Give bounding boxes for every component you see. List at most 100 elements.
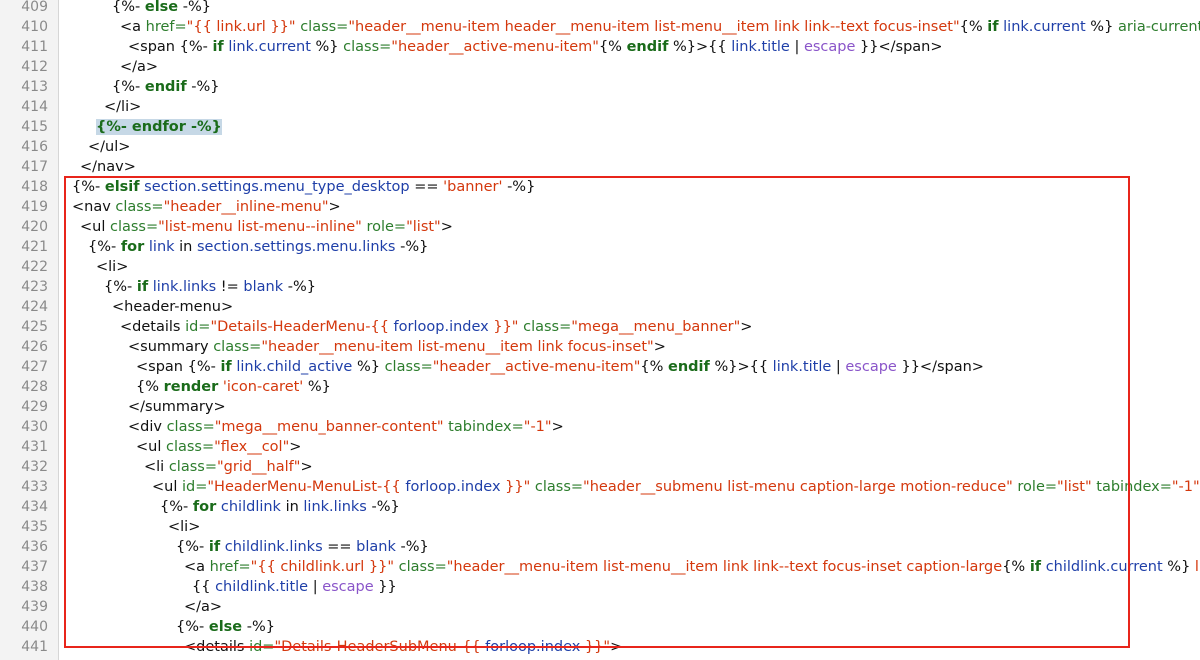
code-token: "header__active-menu-item" bbox=[432, 359, 641, 375]
code-line[interactable]: 437 <a href="{{ childlink.url }}" class="… bbox=[0, 557, 1200, 577]
code-token: == bbox=[322, 539, 357, 555]
code-line[interactable]: 435 <li> bbox=[0, 517, 1200, 537]
code-token: -%} bbox=[395, 239, 429, 255]
code-text[interactable]: <nav class="header__inline-menu"> bbox=[72, 197, 1200, 217]
code-line[interactable]: 423 {%- if link.links != blank -%} bbox=[0, 277, 1200, 297]
code-token: "-1" bbox=[1171, 479, 1200, 495]
code-text[interactable]: <a href="{{ childlink.url }}" class="hea… bbox=[184, 557, 1200, 577]
line-number: 423 bbox=[21, 279, 48, 295]
code-line[interactable]: 431 <ul class="flex__col"> bbox=[0, 437, 1200, 457]
code-line[interactable]: 421 {%- for link in section.settings.menu… bbox=[0, 237, 1200, 257]
line-number: 433 bbox=[21, 479, 48, 495]
code-token: class= bbox=[168, 459, 217, 475]
code-line[interactable]: 432 <li class="grid__half"> bbox=[0, 457, 1200, 477]
code-token: "grid__half" bbox=[216, 459, 301, 475]
code-text[interactable]: {%- if childlink.links == blank -%} bbox=[176, 537, 1200, 557]
code-text[interactable]: {%- endif -%} bbox=[112, 77, 1200, 97]
code-text[interactable]: </a> bbox=[184, 597, 1200, 617]
code-line[interactable]: 418 {%- elsif section.settings.menu_type_… bbox=[0, 177, 1200, 197]
line-number: 419 bbox=[21, 199, 48, 215]
code-line[interactable]: 428 {% render 'icon-caret' %} bbox=[0, 377, 1200, 397]
code-token: if bbox=[136, 279, 149, 295]
code-token: | bbox=[308, 579, 323, 595]
code-line[interactable]: 411 <span {%- if link.current %} class="h… bbox=[0, 37, 1200, 57]
code-token: </li> bbox=[104, 99, 142, 115]
code-text[interactable]: <span {%- if link.child_active %} class=… bbox=[136, 357, 1200, 377]
code-text[interactable]: {%- for link in section.settings.menu.li… bbox=[88, 237, 1200, 257]
code-line[interactable]: 436 {%- if childlink.links == blank -%} bbox=[0, 537, 1200, 557]
code-text[interactable]: </li> bbox=[104, 97, 1200, 117]
code-text[interactable]: <li class="grid__half"> bbox=[144, 457, 1200, 477]
code-line[interactable]: 424 <header-menu> bbox=[0, 297, 1200, 317]
code-line[interactable]: 438 {{ childlink.title | escape }} bbox=[0, 577, 1200, 597]
code-text[interactable]: <a href="{{ link.url }}" class="header__… bbox=[120, 17, 1200, 37]
code-text[interactable]: <div class="mega__menu_banner-content" t… bbox=[128, 417, 1200, 437]
code-text[interactable]: </nav> bbox=[80, 157, 1200, 177]
code-text[interactable]: <ul id="HeaderMenu-MenuList-{{ forloop.i… bbox=[152, 477, 1200, 497]
code-line[interactable]: 417 </nav> bbox=[0, 157, 1200, 177]
code-line[interactable]: 412 </a> bbox=[0, 57, 1200, 77]
code-token: {%- bbox=[104, 279, 137, 295]
code-token: href= bbox=[145, 19, 187, 35]
code-token: </nav> bbox=[80, 159, 136, 175]
code-line[interactable]: 430 <div class="mega__menu_banner-content… bbox=[0, 417, 1200, 437]
code-line[interactable]: 420 <ul class="list-menu list-menu--inlin… bbox=[0, 217, 1200, 237]
code-line[interactable]: 429 </summary> bbox=[0, 397, 1200, 417]
code-line[interactable]: 433 <ul id="HeaderMenu-MenuList-{{ forloo… bbox=[0, 477, 1200, 497]
code-text[interactable]: <summary class="header__menu-item list-m… bbox=[128, 337, 1200, 357]
code-token: != bbox=[216, 279, 244, 295]
code-text[interactable]: {%- for childlink in link.links -%} bbox=[160, 497, 1200, 517]
code-token: class= bbox=[398, 559, 447, 575]
code-text[interactable]: {% render 'icon-caret' %} bbox=[136, 377, 1200, 397]
line-number: 418 bbox=[21, 179, 48, 195]
code-line[interactable]: 410 <a href="{{ link.url }}" class="heade… bbox=[0, 17, 1200, 37]
line-number: 435 bbox=[21, 519, 48, 535]
code-line[interactable]: 414 </li> bbox=[0, 97, 1200, 117]
code-line[interactable]: 409 {%- else -%} bbox=[0, 0, 1200, 17]
code-text[interactable]: <li> bbox=[168, 517, 1200, 537]
code-line[interactable]: 415 {%- endfor -%} bbox=[0, 117, 1200, 137]
code-line[interactable]: 440 {%- else -%} bbox=[0, 617, 1200, 637]
code-token: childlink.title bbox=[215, 579, 309, 595]
code-line[interactable]: 413 {%- endif -%} bbox=[0, 77, 1200, 97]
code-token: "header__inline-menu" bbox=[163, 199, 329, 215]
code-text[interactable]: <header-menu> bbox=[112, 297, 1200, 317]
code-text[interactable]: <ul class="list-menu list-menu--inline" … bbox=[80, 217, 1200, 237]
code-text[interactable]: {%- else -%} bbox=[176, 617, 1200, 637]
code-line[interactable]: 439 </a> bbox=[0, 597, 1200, 617]
line-number: 413 bbox=[21, 79, 48, 95]
code-text[interactable]: <ul class="flex__col"> bbox=[136, 437, 1200, 457]
code-text[interactable]: {{ childlink.title | escape }} bbox=[192, 577, 1200, 597]
code-text[interactable]: <span {%- if link.current %} class="head… bbox=[128, 37, 1200, 57]
code-token: {%- bbox=[176, 539, 209, 555]
code-line[interactable]: 422 <li> bbox=[0, 257, 1200, 277]
code-text[interactable]: <li> bbox=[96, 257, 1200, 277]
code-text[interactable]: <details id="Details-HeaderSubMenu-{{ fo… bbox=[184, 637, 1200, 657]
code-token: childlink.current bbox=[1041, 559, 1163, 575]
code-token: "flex__col" bbox=[214, 439, 290, 455]
line-number: 434 bbox=[21, 499, 48, 515]
code-text[interactable]: {%- elsif section.settings.menu_type_des… bbox=[72, 177, 1200, 197]
code-line[interactable]: 441 <details id="Details-HeaderSubMenu-{{… bbox=[0, 637, 1200, 657]
code-line[interactable]: 419 <nav class="header__inline-menu"> bbox=[0, 197, 1200, 217]
code-text[interactable]: <details id="Details-HeaderMenu-{{ forlo… bbox=[120, 317, 1200, 337]
code-editor[interactable]: 409 {%- else -%} 410 <a href="{{ link.url }… bbox=[0, 0, 1200, 660]
code-line[interactable]: 427 <span {%- if link.child_active %} cla… bbox=[0, 357, 1200, 377]
code-token: "header__submenu list-menu caption-large… bbox=[583, 479, 1013, 495]
code-text[interactable]: </ul> bbox=[88, 137, 1200, 157]
code-token: escape bbox=[803, 39, 856, 55]
code-text[interactable]: {%- if link.links != blank -%} bbox=[104, 277, 1200, 297]
code-token: %} bbox=[1085, 19, 1118, 35]
code-text[interactable]: {%- endfor -%} bbox=[96, 117, 1200, 137]
code-line[interactable]: 434 {%- for childlink in link.links -%} bbox=[0, 497, 1200, 517]
code-token: "header__menu-item list-menu__item link … bbox=[446, 559, 1003, 575]
line-number: 421 bbox=[21, 239, 48, 255]
code-line[interactable]: 426 <summary class="header__menu-item lis… bbox=[0, 337, 1200, 357]
code-text[interactable]: </a> bbox=[120, 57, 1200, 77]
code-token: "header__active-menu-item" bbox=[391, 39, 599, 55]
code-line[interactable]: 416 </ul> bbox=[0, 137, 1200, 157]
code-token: section.settings.menu.links bbox=[196, 239, 396, 255]
code-text[interactable]: {%- else -%} bbox=[112, 0, 1200, 17]
code-text[interactable]: </summary> bbox=[128, 397, 1200, 417]
code-line[interactable]: 425 <details id="Details-HeaderMenu-{{ fo… bbox=[0, 317, 1200, 337]
